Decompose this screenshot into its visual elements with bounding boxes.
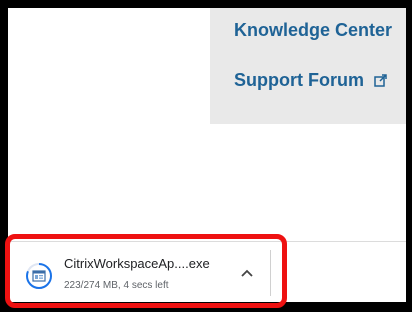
knowledge-center-label: Knowledge Center [234,20,393,40]
browser-page: Knowledge Center Support Forum CitrixWor… [8,8,406,302]
installer-file-icon [26,263,52,289]
download-item[interactable]: CitrixWorkspaceAp....exe 223/274 MB, 4 s… [16,250,271,296]
download-status: 223/274 MB, 4 secs left [64,280,169,291]
external-link-icon [374,74,387,87]
chevron-up-icon[interactable] [238,266,256,280]
screenshot-frame: Knowledge Center Support Forum CitrixWor… [0,0,412,312]
help-menu-panel: Knowledge Center Support Forum [210,8,406,124]
support-forum-label: Support Forum [234,70,364,90]
support-forum-link[interactable]: Support Forum [234,70,387,91]
knowledge-center-link[interactable]: Knowledge Center [234,20,392,41]
download-shelf: CitrixWorkspaceAp....exe 223/274 MB, 4 s… [8,241,406,302]
download-file-name: CitrixWorkspaceAp....exe [64,256,210,271]
